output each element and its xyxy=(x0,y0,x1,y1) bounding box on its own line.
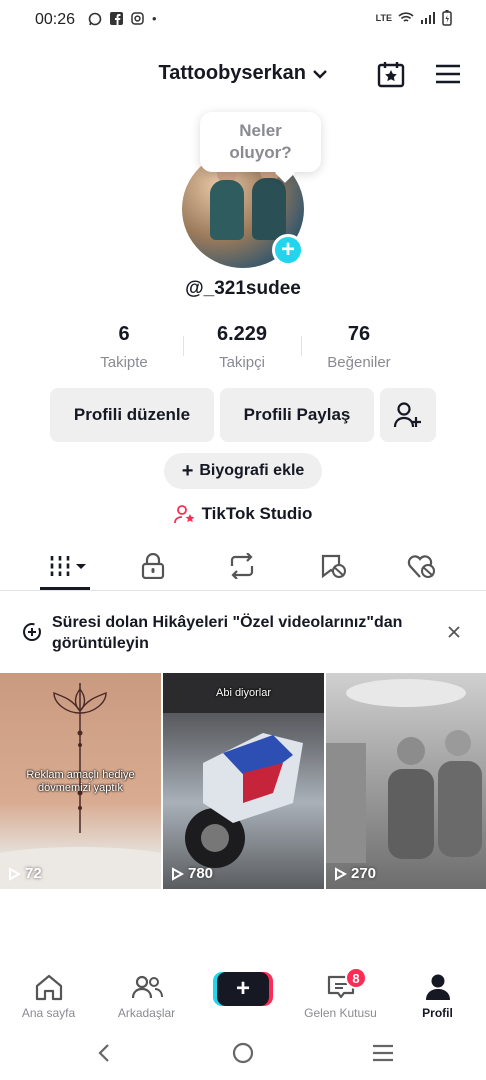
nav-label: Gelen Kutusu xyxy=(304,1006,377,1020)
following-stat[interactable]: 6 Takipte xyxy=(64,323,184,371)
system-home-button[interactable] xyxy=(223,1040,263,1066)
signal-icon xyxy=(421,12,435,24)
profile-icon xyxy=(425,974,450,1000)
dot-icon: • xyxy=(152,11,157,26)
video-caption: Abi diyorlar xyxy=(215,687,272,699)
view-count: 780 xyxy=(171,865,213,882)
tab-saved[interactable] xyxy=(313,550,353,582)
lock-icon xyxy=(141,553,165,579)
system-status-icons: LTE xyxy=(376,10,452,26)
nav-label: Ana sayfa xyxy=(21,1006,76,1020)
heart-hidden-icon xyxy=(407,555,435,578)
likes-stat[interactable]: 76 Beğeniler xyxy=(299,323,419,371)
instagram-icon xyxy=(131,12,144,25)
home-icon xyxy=(35,974,62,1001)
status-time: 00:26 xyxy=(35,11,76,28)
studio-label: TikTok Studio xyxy=(201,504,313,523)
bubble-line-1: Neler xyxy=(239,121,282,140)
tab-liked[interactable] xyxy=(402,550,442,582)
plus-icon: + xyxy=(235,975,250,1002)
edit-profile-button[interactable]: Profili düzenle xyxy=(50,388,214,442)
stat-value: 6 xyxy=(118,323,130,345)
tab-divider xyxy=(0,590,486,591)
recents-icon xyxy=(373,1044,393,1062)
circle-home-icon xyxy=(232,1042,254,1064)
back-icon xyxy=(98,1044,109,1062)
wifi-icon xyxy=(398,12,414,22)
tab-private[interactable] xyxy=(133,550,173,582)
story-plus-icon xyxy=(23,623,41,641)
video-thumbnail[interactable]: 270 xyxy=(326,673,486,889)
create-button[interactable]: + xyxy=(217,972,269,1006)
grid-filter-icon xyxy=(50,556,86,576)
friends-icon xyxy=(131,975,163,999)
close-notice-button[interactable] xyxy=(448,622,460,643)
hamburger-menu-icon xyxy=(436,64,460,84)
video-caption: Reklam amaçlı hediye dövmemizi yaptık xyxy=(26,769,135,794)
user-star-icon xyxy=(173,505,194,524)
menu-button[interactable] xyxy=(432,58,464,90)
stat-label: Beğeniler xyxy=(327,354,391,371)
add-story-button[interactable]: + xyxy=(272,234,304,266)
play-icon xyxy=(335,866,347,881)
people-illustration xyxy=(326,679,482,863)
play-icon xyxy=(172,866,184,881)
plus-icon: + xyxy=(280,236,295,263)
plus-icon: + xyxy=(181,459,194,482)
add-user-icon xyxy=(393,402,421,428)
nav-inbox[interactable]: Gelen Kutusu xyxy=(292,970,389,1020)
chevron-down-icon xyxy=(312,69,327,79)
share-profile-button[interactable]: Profili Paylaş xyxy=(220,388,374,442)
facebook-icon xyxy=(110,12,123,25)
nav-home[interactable]: Ana sayfa xyxy=(0,970,97,1020)
add-friend-button[interactable] xyxy=(380,388,436,442)
system-recents-button[interactable] xyxy=(363,1040,403,1066)
view-count: 270 xyxy=(334,865,376,882)
stat-label: Takipte xyxy=(100,354,148,371)
bubble-line-2: oluyor? xyxy=(229,143,292,162)
nav-label: Arkadaşlar xyxy=(117,1006,176,1020)
notification-icons: • xyxy=(88,11,157,26)
status-bar: 00:26 • LTE xyxy=(0,0,486,40)
battery-icon xyxy=(442,10,452,26)
view-count-value: 72 xyxy=(25,865,42,882)
account-switcher[interactable]: Tattoobyserkan xyxy=(0,62,486,85)
stat-value: 6.229 xyxy=(216,323,268,345)
repost-icon xyxy=(230,553,254,579)
nav-friends[interactable]: Arkadaşlar xyxy=(98,970,195,1020)
nav-label: Profil xyxy=(422,1006,453,1020)
view-count-value: 780 xyxy=(188,865,214,882)
tab-reposts[interactable] xyxy=(222,550,262,582)
video-thumbnail[interactable]: Reklam amaçlı hediye dövmemizi yaptık 72 xyxy=(0,673,161,889)
play-icon xyxy=(9,866,21,881)
calendar-star-button[interactable] xyxy=(375,58,407,90)
status-bubble[interactable]: Neler oluyor? xyxy=(200,112,321,172)
whatsapp-icon xyxy=(88,12,102,25)
nav-profile[interactable]: Profil xyxy=(389,970,486,1020)
motorcycle-illustration xyxy=(163,673,324,868)
network-label: LTE xyxy=(375,13,392,23)
calendar-star-icon xyxy=(377,62,405,88)
stat-value: 76 xyxy=(347,323,371,345)
view-count: 72 xyxy=(8,865,42,882)
stat-label: Takipçi xyxy=(219,354,265,371)
add-bio-button[interactable]: + Biyografi ekle xyxy=(164,453,322,489)
system-back-button[interactable] xyxy=(84,1040,124,1066)
close-icon xyxy=(448,626,460,638)
inbox-badge: 8 xyxy=(345,967,367,989)
notice-text: Süresi dolan Hikâyeleri "Özel videoların… xyxy=(52,614,403,652)
username-title: Tattoobyserkan xyxy=(158,62,306,85)
profile-handle: @_321sudee xyxy=(185,278,301,299)
tab-videos[interactable] xyxy=(45,550,91,582)
view-count-value: 270 xyxy=(351,865,377,882)
followers-stat[interactable]: 6.229 Takipçi xyxy=(182,323,302,371)
video-thumbnail[interactable]: Abi diyorlar 780 xyxy=(163,673,324,889)
add-bio-label: Biyografi ekle xyxy=(199,462,305,479)
tiktok-studio-link[interactable]: TikTok Studio xyxy=(0,504,486,524)
bookmark-hidden-icon xyxy=(321,554,346,579)
